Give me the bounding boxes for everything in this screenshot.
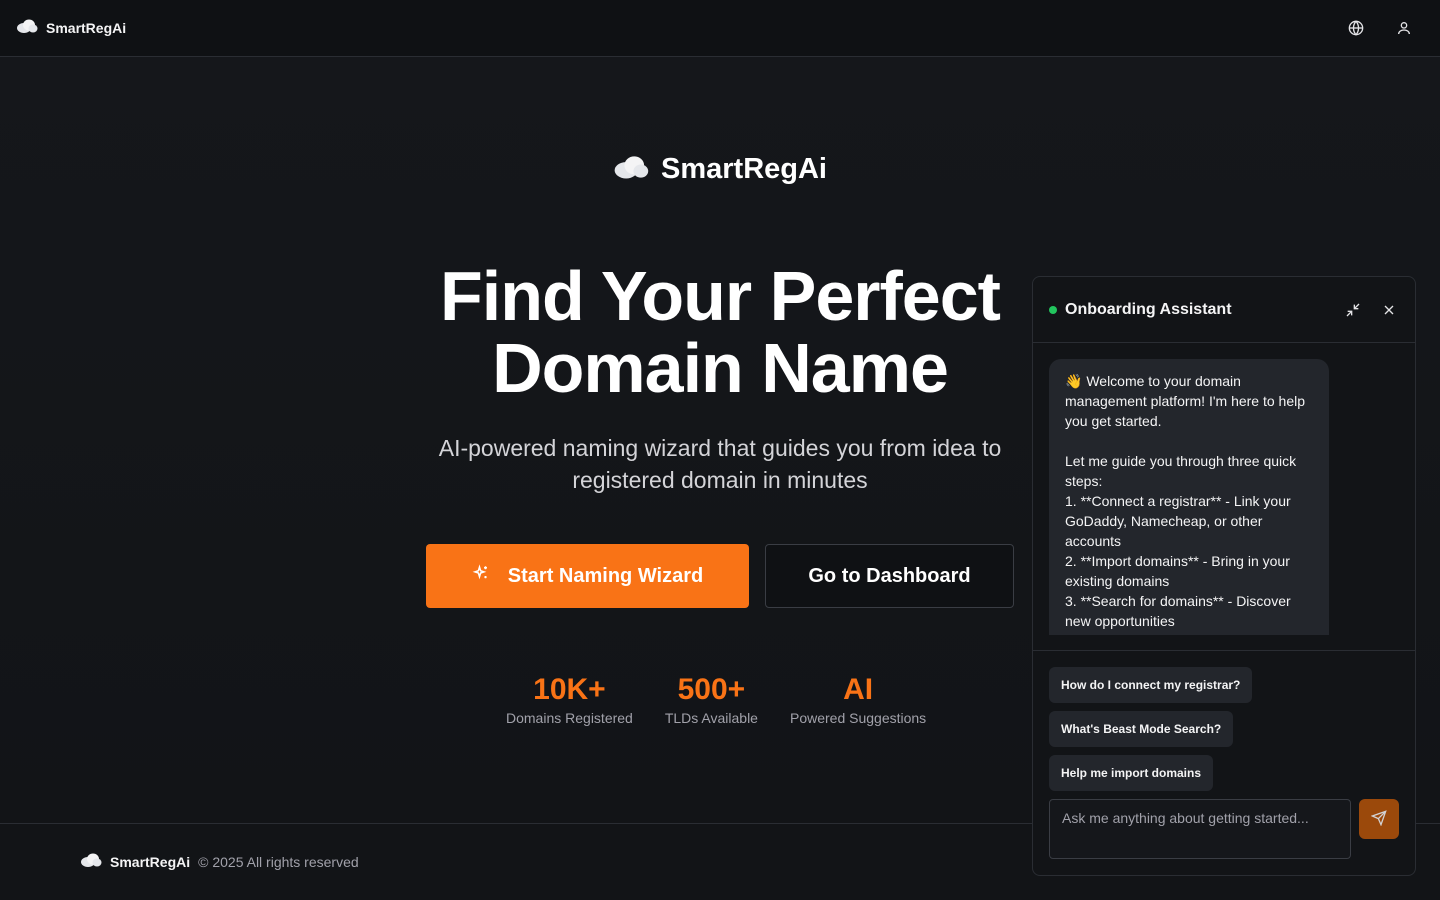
send-button[interactable] xyxy=(1359,799,1399,839)
send-icon xyxy=(1370,809,1387,829)
cloud-icon xyxy=(613,155,649,184)
chat-input-row xyxy=(1049,799,1399,859)
minimize-icon[interactable] xyxy=(1343,300,1363,320)
chat-title: Onboarding Assistant xyxy=(1065,300,1232,318)
header-brand-name: SmartRegAi xyxy=(46,20,127,36)
stat-value: AI xyxy=(843,673,874,706)
cloud-icon xyxy=(80,853,102,872)
stat-tlds-available: 500+ TLDs Available xyxy=(665,672,758,726)
stat-domains-registered: 10K+ Domains Registered xyxy=(506,672,633,726)
start-naming-wizard-button[interactable]: Start Naming Wizard xyxy=(426,544,749,608)
footer-brand-name: SmartRegAi xyxy=(110,854,191,870)
start-naming-wizard-label: Start Naming Wizard xyxy=(507,564,704,587)
sparkles-icon xyxy=(472,564,490,588)
globe-icon[interactable] xyxy=(1346,18,1366,38)
hero-logo-text: SmartRegAi xyxy=(661,153,827,185)
onboarding-assistant-panel: Onboarding Assistant 👋 Welcome to your d… xyxy=(1032,276,1416,876)
chat-input[interactable] xyxy=(1049,799,1351,859)
suggestion-beast-mode-search[interactable]: What's Beast Mode Search? xyxy=(1049,711,1234,747)
hero-logo: SmartRegAi xyxy=(0,153,1440,186)
suggested-questions: How do I connect my registrar? What's Be… xyxy=(1033,651,1415,791)
stat-value: 10K+ xyxy=(533,673,606,706)
stat-label: Powered Suggestions xyxy=(789,710,927,726)
header-brand[interactable]: SmartRegAi xyxy=(16,19,126,38)
chat-header: Onboarding Assistant xyxy=(1033,277,1415,343)
assistant-message: 👋 Welcome to your domain management plat… xyxy=(1049,359,1329,635)
chat-messages[interactable]: 👋 Welcome to your domain management plat… xyxy=(1033,343,1415,651)
go-to-dashboard-button[interactable]: Go to Dashboard xyxy=(765,544,1014,608)
top-navigation-bar: SmartRegAi xyxy=(0,0,1440,57)
suggestion-connect-registrar[interactable]: How do I connect my registrar? xyxy=(1049,667,1253,703)
footer-copyright: © 2025 All rights reserved xyxy=(198,854,359,870)
stats-row: 10K+ Domains Registered 500+ TLDs Availa… xyxy=(506,672,926,726)
online-status-dot xyxy=(1049,305,1057,314)
close-icon[interactable] xyxy=(1379,300,1399,320)
cta-row: Start Naming Wizard Go to Dashboard xyxy=(426,544,1014,608)
cloud-icon xyxy=(16,19,38,38)
user-icon[interactable] xyxy=(1394,18,1414,38)
suggestion-import-domains[interactable]: Help me import domains xyxy=(1049,755,1214,791)
stat-label: TLDs Available xyxy=(664,710,758,726)
stat-ai-suggestions: AI Powered Suggestions xyxy=(790,672,926,726)
stat-label: Domains Registered xyxy=(506,710,633,726)
stat-value: 500+ xyxy=(677,673,746,706)
